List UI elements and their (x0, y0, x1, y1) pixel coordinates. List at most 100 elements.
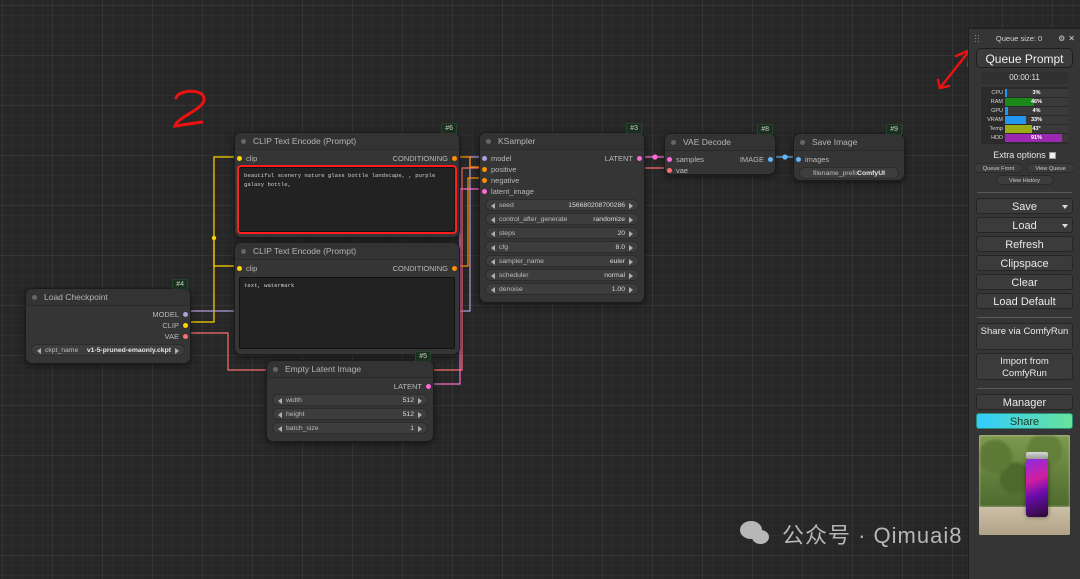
input-slot-vae[interactable]: vae (665, 165, 775, 176)
increment-icon[interactable] (418, 426, 422, 432)
widget-width[interactable]: width 512 (272, 394, 428, 406)
node-ksampler[interactable]: #3 KSampler model LATENT positive negati… (479, 123, 645, 303)
comfy-menu-panel[interactable]: Queue size: 0 ⚙ ✕ Queue Prompt 00:00:11 … (968, 28, 1080, 579)
node-title[interactable]: CLIP Text Encode (Prompt) (235, 133, 459, 150)
node-title[interactable]: VAE Decode (665, 134, 775, 151)
conditioning-port-icon[interactable] (482, 167, 487, 172)
increment-icon[interactable] (629, 217, 633, 223)
queue-front-button[interactable]: Queue Front (974, 163, 1023, 173)
node-title[interactable]: CLIP Text Encode (Prompt) (235, 243, 459, 260)
decrement-icon[interactable] (491, 203, 495, 209)
increment-icon[interactable] (629, 231, 633, 237)
decrement-icon[interactable] (491, 273, 495, 279)
decrement-icon[interactable] (278, 398, 282, 404)
clip-io-row[interactable]: clip CONDITIONING (235, 263, 459, 274)
collapse-icon[interactable] (486, 139, 491, 144)
widget-batch-size[interactable]: batch_size 1 (272, 422, 428, 434)
clear-button[interactable]: Clear (976, 274, 1073, 290)
input-slot-latent-image[interactable]: latent_image (480, 186, 644, 197)
drag-handle-icon[interactable] (974, 33, 981, 43)
collapse-icon[interactable] (800, 140, 805, 145)
node-clip-text-encode-negative[interactable]: CLIP Text Encode (Prompt) clip CONDITION… (234, 242, 460, 355)
widget-scheduler[interactable]: scheduler normal (485, 269, 639, 281)
increment-icon[interactable] (418, 398, 422, 404)
input-slot-images[interactable]: images (794, 154, 904, 165)
decrement-icon[interactable] (491, 231, 495, 237)
latent-port-icon[interactable] (426, 384, 431, 389)
increment-icon[interactable] (629, 287, 633, 293)
widget-cfg[interactable]: cfg 8.0 (485, 241, 639, 253)
chevron-down-icon[interactable] (1062, 205, 1068, 209)
model-port-icon[interactable] (482, 156, 487, 161)
clip-port-icon[interactable] (237, 266, 242, 271)
output-slot-latent[interactable]: LATENT (267, 381, 433, 392)
share-via-comfyrun-button[interactable]: Share via ComfyRun (976, 323, 1073, 350)
load-default-button[interactable]: Load Default (976, 293, 1073, 309)
load-button[interactable]: Load (976, 217, 1073, 233)
vae-port-icon[interactable] (667, 168, 672, 173)
increment-icon[interactable] (629, 259, 633, 265)
decrement-icon[interactable] (278, 426, 282, 432)
node-clip-text-encode-positive[interactable]: #6 CLIP Text Encode (Prompt) clip CONDIT… (234, 123, 460, 238)
negative-prompt-textarea[interactable]: text, watermark (239, 277, 455, 349)
gear-icon[interactable]: ⚙ (1058, 34, 1065, 43)
node-title[interactable]: Empty Latent Image (267, 361, 433, 378)
conditioning-port-icon[interactable] (452, 156, 457, 161)
manager-button[interactable]: Manager (976, 394, 1073, 410)
clip-port-icon[interactable] (237, 156, 242, 161)
clip-io-row[interactable]: clip CONDITIONING (235, 153, 459, 164)
clip-port-icon[interactable] (183, 323, 188, 328)
output-slot-vae[interactable]: VAE (26, 331, 190, 342)
images-port-icon[interactable] (796, 157, 801, 162)
input-slot-positive[interactable]: positive (480, 164, 644, 175)
increment-icon[interactable] (629, 273, 633, 279)
decrement-icon[interactable] (491, 259, 495, 265)
node-empty-latent-image[interactable]: #5 Empty Latent Image LATENT width 512 h… (266, 351, 434, 442)
model-port-icon[interactable] (183, 312, 188, 317)
panel-header[interactable]: Queue size: 0 ⚙ ✕ (974, 31, 1075, 45)
extra-options-row[interactable]: Extra options (974, 150, 1075, 160)
decrement-icon[interactable] (278, 412, 282, 418)
share-button[interactable]: Share (976, 413, 1073, 429)
node-save-image[interactable]: #9 Save Image images filename_prefix Com… (793, 124, 905, 181)
vae-port-icon[interactable] (183, 334, 188, 339)
widget-seed[interactable]: seed 156680208700286 (485, 199, 639, 211)
close-icon[interactable]: ✕ (1068, 34, 1075, 43)
node-title[interactable]: Save Image (794, 134, 904, 151)
collapse-icon[interactable] (241, 249, 246, 254)
samples-io-row[interactable]: samples IMAGE (665, 154, 775, 165)
decrement-icon[interactable] (491, 245, 495, 251)
output-slot-clip[interactable]: CLIP (26, 320, 190, 331)
image-port-icon[interactable] (768, 157, 773, 162)
clipspace-button[interactable]: Clipspace (976, 255, 1073, 271)
decrement-icon[interactable] (491, 217, 495, 223)
output-slot-model[interactable]: MODEL (26, 309, 190, 320)
widget-denoise[interactable]: denoise 1.00 (485, 283, 639, 295)
samples-port-icon[interactable] (667, 157, 672, 162)
generated-image-preview[interactable] (979, 435, 1070, 535)
increment-icon[interactable] (418, 412, 422, 418)
queue-prompt-button[interactable]: Queue Prompt (976, 48, 1073, 68)
widget-steps[interactable]: steps 20 (485, 227, 639, 239)
chevron-down-icon[interactable] (1062, 224, 1068, 228)
widget-filename-prefix[interactable]: filename_prefix ComfyUI (799, 167, 899, 179)
decrement-icon[interactable] (37, 348, 41, 354)
widget-sampler-name[interactable]: sampler_name euler (485, 255, 639, 267)
latent-port-icon[interactable] (637, 156, 642, 161)
node-title[interactable]: Load Checkpoint (26, 289, 190, 306)
save-button[interactable]: Save (976, 198, 1073, 214)
conditioning-port-icon[interactable] (482, 178, 487, 183)
node-title[interactable]: KSampler (480, 133, 644, 150)
view-history-button[interactable]: View History (995, 175, 1054, 185)
increment-icon[interactable] (629, 203, 633, 209)
node-load-checkpoint[interactable]: #4 Load Checkpoint MODEL CLIP VAE ckpt_n… (25, 279, 191, 364)
collapse-icon[interactable] (32, 295, 37, 300)
decrement-icon[interactable] (491, 287, 495, 293)
collapse-icon[interactable] (671, 140, 676, 145)
collapse-icon[interactable] (241, 139, 246, 144)
input-slot-negative[interactable]: negative (480, 175, 644, 186)
import-from-comfyrun-button[interactable]: Import from ComfyRun (976, 353, 1073, 380)
positive-prompt-textarea[interactable]: beautiful scenery nature glass bottle la… (237, 165, 457, 234)
extra-options-checkbox[interactable] (1048, 151, 1056, 159)
workflow-canvas[interactable]: #4 Load Checkpoint MODEL CLIP VAE ckpt_n… (0, 0, 1080, 579)
